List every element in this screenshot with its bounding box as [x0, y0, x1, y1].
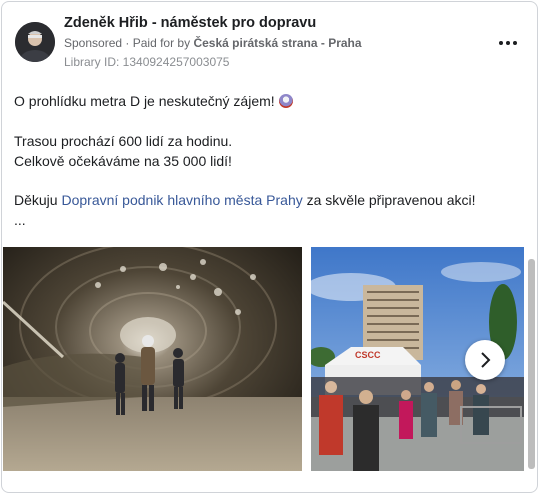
post-text: Děkuju: [14, 192, 58, 208]
more-horizontal-icon: [499, 41, 503, 45]
post-text: O prohlídku metra D je neskutečný zájem!: [14, 93, 275, 109]
post-text-line-2: Trasou prochází 600 lidí za hodinu.: [14, 133, 233, 149]
avatar-image: [15, 22, 55, 62]
more-horizontal-icon: [513, 41, 517, 45]
library-id: Library ID: 1340924257003075: [64, 55, 230, 69]
metro-emoji-icon: [278, 94, 293, 108]
chevron-right-icon: [481, 352, 491, 368]
avatar[interactable]: [15, 22, 55, 62]
separator-dot: ·: [125, 36, 133, 50]
mention-link[interactable]: Dopravní podnik hlavního města Prahy: [61, 192, 302, 208]
tent-sign: CSCC: [355, 350, 381, 360]
tunnel-walk-photo[interactable]: [3, 247, 302, 471]
post-text: za skvěle připravenou akci!: [306, 192, 476, 208]
more-horizontal-icon: [506, 41, 510, 45]
post-text-line-4: Děkuju Dopravní podnik hlavního města Pr…: [14, 192, 476, 208]
post-text-line-1: O prohlídku metra D je neskutečný zájem!: [14, 93, 293, 109]
post-text-line-3: Celkově očekáváme na 35 000 lidí!: [14, 153, 232, 169]
see-more-ellipsis[interactable]: ...: [14, 212, 26, 228]
more-options-button[interactable]: [495, 33, 521, 53]
scrollbar-thumb[interactable]: [528, 259, 535, 469]
paid-for-prefix: Paid for by: [132, 36, 191, 50]
sponsored-line: Sponsored · Paid for by Česká pirátská s…: [64, 36, 362, 50]
ad-card: Zdeněk Hřib - náměstek pro dopravu Spons…: [1, 1, 538, 493]
page-name[interactable]: Zdeněk Hřib - náměstek pro dopravu: [64, 15, 316, 31]
sponsored-label: Sponsored: [64, 36, 123, 50]
funder-name[interactable]: Česká pirátská strana - Praha: [193, 36, 361, 50]
carousel-next-button[interactable]: [465, 340, 505, 380]
